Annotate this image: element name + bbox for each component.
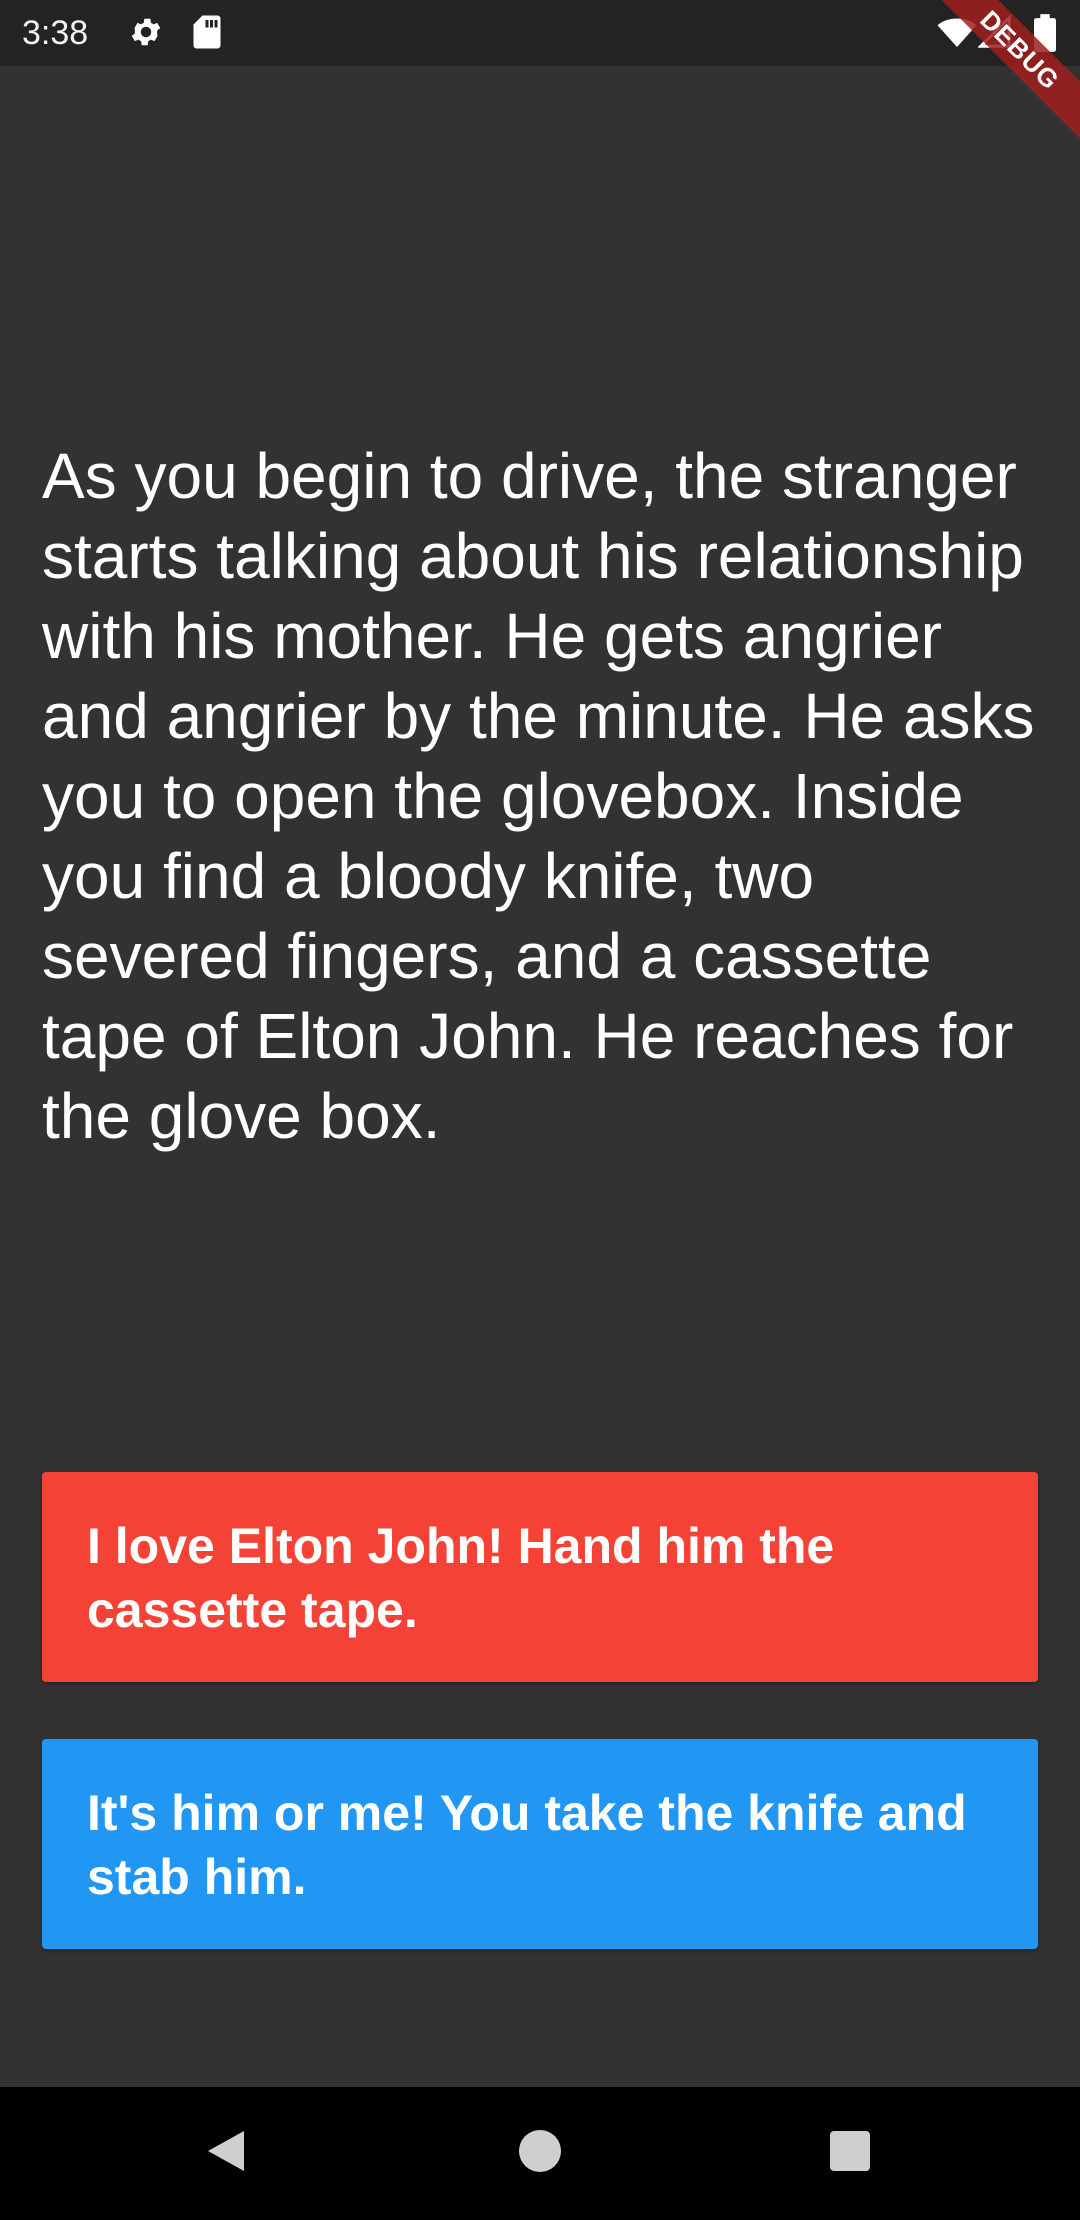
recents-button[interactable] bbox=[780, 2087, 920, 2220]
sd-card-icon bbox=[192, 14, 222, 50]
gear-icon bbox=[128, 14, 164, 50]
status-time: 3:38 bbox=[22, 14, 89, 52]
home-button[interactable] bbox=[470, 2087, 610, 2220]
wifi-icon bbox=[936, 14, 978, 50]
back-icon bbox=[204, 2127, 248, 2180]
battery-icon bbox=[1034, 14, 1056, 52]
cellular-signal-icon bbox=[978, 14, 1012, 50]
status-bar: 3:38 bbox=[0, 0, 1080, 66]
choice-2-button[interactable]: It's him or me! You take the knife and s… bbox=[42, 1739, 1038, 1949]
recents-icon bbox=[830, 2131, 870, 2176]
choice-1-button[interactable]: I love Elton John! Hand him the cassette… bbox=[42, 1472, 1038, 1682]
choice-1-label: I love Elton John! Hand him the cassette… bbox=[87, 1518, 835, 1638]
app-screen: 3:38 DEBUG As you begin to drive, the st… bbox=[0, 0, 1080, 2220]
navigation-bar bbox=[0, 2087, 1080, 2220]
story-text: As you begin to drive, the stranger star… bbox=[42, 440, 1035, 1152]
back-button[interactable] bbox=[156, 2087, 296, 2220]
choice-2-label: It's him or me! You take the knife and s… bbox=[87, 1785, 967, 1905]
home-icon bbox=[519, 2130, 561, 2177]
